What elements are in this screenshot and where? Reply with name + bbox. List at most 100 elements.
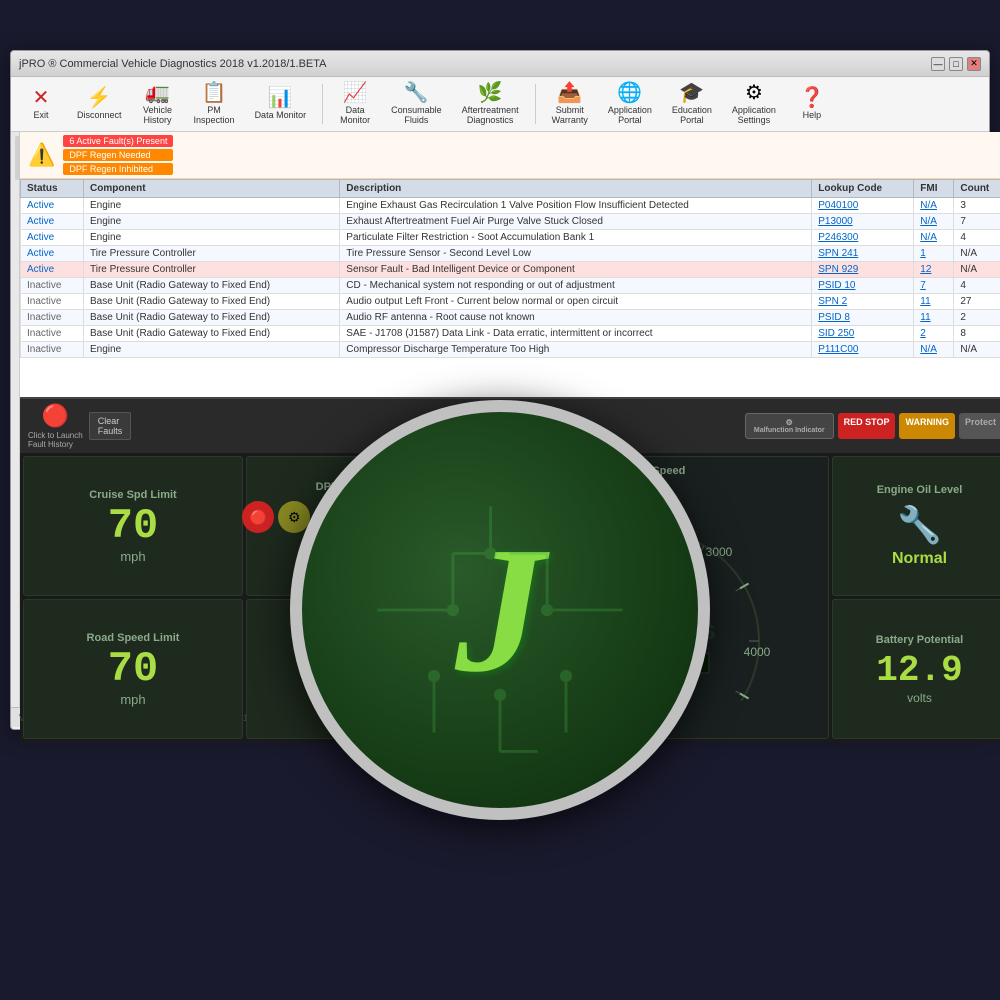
derate-icon-1: ⚙: [312, 654, 340, 678]
consumable-fluids-button[interactable]: 🔧 ConsumableFluids: [385, 79, 448, 129]
battery-cell: Battery Potential 12.9 volts: [832, 599, 1000, 739]
svg-text:Truck: Truck: [612, 586, 687, 617]
col-header-count[interactable]: Count: [954, 180, 1000, 198]
warning-buttons-row: 🔴 ⚙ 🛡 STOP WARNING: [242, 501, 469, 533]
table-row: Active Tire Pressure Controller Sensor F…: [21, 262, 1000, 278]
table-row: Active Engine Particulate Filter Restric…: [21, 230, 1000, 246]
derate-icon-4: 💧: [312, 680, 340, 704]
col-header-component[interactable]: Component: [84, 180, 340, 198]
warning-indicators: ⚙ Malfunction Indicator RED STOP WARNING…: [745, 413, 1000, 439]
warning-rect-btn[interactable]: WARNING: [401, 501, 469, 533]
derate-icon-6: 🔋: [372, 680, 400, 704]
dash-grid: Cruise Spd Limit 70 mph DPF Soot Level 🔴…: [20, 453, 1000, 742]
svg-text:0000 RPM: 0000 RPM: [623, 659, 676, 671]
disconnect-button[interactable]: ⚡ Disconnect: [71, 84, 128, 124]
table-row: Inactive Engine Compressor Discharge Tem…: [21, 342, 1000, 358]
exit-button[interactable]: ✕ Exit: [19, 84, 63, 124]
vehicle-history-button[interactable]: 🚛 VehicleHistory: [136, 79, 180, 129]
pm-inspection-button[interactable]: 📋 PMInspection: [188, 79, 241, 129]
help-label: Help: [803, 110, 822, 120]
col-header-status[interactable]: Status: [21, 180, 84, 198]
education-portal-label: EducationPortal: [672, 105, 712, 125]
aftertreatment-button[interactable]: 🌿 AftertreatmentDiagnostics: [456, 79, 525, 129]
window-title: jPRO ® Commercial Vehicle Diagnostics 20…: [19, 58, 931, 70]
dpf-derate-cell: DPF Derate ⚙ 🔧 🌡 💧 ⚡ 🔋: [246, 599, 466, 739]
disconnect-icon: ⚡: [87, 88, 112, 108]
svg-text:2000: 2000: [566, 545, 593, 559]
table-row: Active Engine Engine Exhaust Gas Recircu…: [21, 198, 1000, 214]
help-icon: ❓: [799, 88, 824, 108]
maximize-button[interactable]: □: [949, 57, 963, 71]
col-header-description[interactable]: Description: [340, 180, 812, 198]
submit-warranty-label: SubmitWarranty: [552, 105, 588, 125]
road-speed-value: 70: [108, 648, 158, 690]
oil-level-icon: 🔧: [897, 504, 942, 546]
help-button[interactable]: ❓ Help: [790, 84, 834, 124]
alert-active-faults: 6 Active Fault(s) Present: [63, 135, 173, 147]
alert-icon: ⚠️: [28, 142, 55, 168]
reports-label: Data Monitor: [255, 110, 307, 120]
blue-protect-btn[interactable]: 🛡: [314, 501, 346, 533]
malfunction-indicator: ⚙ Malfunction Indicator: [745, 413, 834, 439]
table-row: Inactive Base Unit (Radio Gateway to Fix…: [21, 278, 1000, 294]
table-row: Inactive Base Unit (Radio Gateway to Fix…: [21, 310, 1000, 326]
alert-tags: 6 Active Fault(s) Present DPF Regen Need…: [63, 135, 173, 175]
data-monitor-label: DataMonitor: [340, 105, 370, 125]
exit-label: Exit: [33, 110, 48, 120]
launch-icon: 🔴: [42, 403, 69, 429]
toolbar: ✕ Exit ⚡ Disconnect 🚛 VehicleHistory 📋 P…: [11, 77, 989, 132]
road-speed-cell: Road Speed Limit 70 mph: [23, 599, 243, 739]
col-header-fmi[interactable]: FMI: [914, 180, 954, 198]
svg-text:Diagnosis: Diagnosis: [582, 614, 716, 645]
submit-warranty-button[interactable]: 📤 SubmitWarranty: [546, 79, 594, 129]
aftertreatment-icon: 🌿: [478, 83, 503, 103]
red-circle-btn[interactable]: 🔴: [242, 501, 274, 533]
app-settings-button[interactable]: ⚙ ApplicationSettings: [726, 79, 782, 129]
table-row: Inactive Base Unit (Radio Gateway to Fix…: [21, 294, 1000, 310]
app-settings-label: ApplicationSettings: [732, 105, 776, 125]
fault-table-container: Status Component Description Lookup Code…: [20, 179, 1000, 397]
exit-icon: ✕: [33, 88, 50, 108]
main-content: 2015 Volvo Vehicle Volvo D13 Volvo I-Shi…: [11, 132, 989, 707]
dash-controls: 🔴 Click to LaunchFault History ClearFaul…: [20, 399, 1000, 453]
col-header-lookup[interactable]: Lookup Code: [812, 180, 914, 198]
education-portal-icon: 🎓: [679, 83, 704, 103]
svg-text:1000: 1000: [528, 645, 555, 659]
dpf-soot-cell: DPF Soot Level 🔴 ⚙ 🛡 STOP WARNING High: [246, 456, 466, 596]
application-portal-button[interactable]: 🌐 ApplicationPortal: [602, 79, 658, 129]
protect-indicator: Protect: [959, 413, 1000, 439]
stop-rect-btn[interactable]: STOP: [350, 501, 397, 533]
consumable-fluids-label: ConsumableFluids: [391, 105, 442, 125]
cruise-speed-cell: Cruise Spd Limit 70 mph: [23, 456, 243, 596]
red-stop-indicator: RED STOP: [838, 413, 896, 439]
consumable-fluids-icon: 🔧: [404, 83, 429, 103]
bottom-panel: 🔴 Click to LaunchFault History ClearFaul…: [20, 397, 1000, 707]
table-row: Active Engine Exhaust Aftertreatment Fue…: [21, 214, 1000, 230]
table-row: Active Tire Pressure Controller Tire Pre…: [21, 246, 1000, 262]
reports-button[interactable]: 📊 Data Monitor: [249, 84, 313, 124]
data-monitor-button[interactable]: 📈 DataMonitor: [333, 79, 377, 129]
launch-fault-history-button[interactable]: 🔴 Click to LaunchFault History: [28, 403, 83, 449]
close-button[interactable]: ✕: [967, 57, 981, 71]
aftertreatment-label: AftertreatmentDiagnostics: [462, 105, 519, 125]
engine-oil-title: Engine Oil Level: [877, 484, 963, 496]
vehicle-history-icon: 🚛: [145, 83, 170, 103]
clear-faults-button[interactable]: ClearFaults: [89, 412, 132, 440]
derate-icon-3: 🌡: [372, 654, 400, 678]
window-controls: — □ ✕: [931, 57, 981, 71]
data-monitor-icon: 📈: [343, 83, 368, 103]
app-settings-icon: ⚙: [745, 83, 763, 103]
education-portal-button[interactable]: 🎓 EducationPortal: [666, 79, 718, 129]
engine-speed-title: Engine Speed: [613, 465, 686, 477]
reports-icon: 📊: [268, 88, 293, 108]
disconnect-label: Disconnect: [77, 110, 122, 120]
minimize-button[interactable]: —: [931, 57, 945, 71]
cruise-speed-value: 70: [108, 505, 158, 547]
pm-inspection-icon: 📋: [202, 83, 227, 103]
dpf-derate-icons: ⚙ 🔧 🌡 💧 ⚡ 🔋: [312, 654, 400, 704]
derate-icon-2: 🔧: [342, 654, 370, 678]
pm-inspection-label: PMInspection: [194, 105, 235, 125]
yellow-circle-btn[interactable]: ⚙: [278, 501, 310, 533]
dpf-derate-title: DPF Derate: [326, 634, 385, 646]
engine-speed-cell: Engine Speed: [469, 456, 829, 739]
